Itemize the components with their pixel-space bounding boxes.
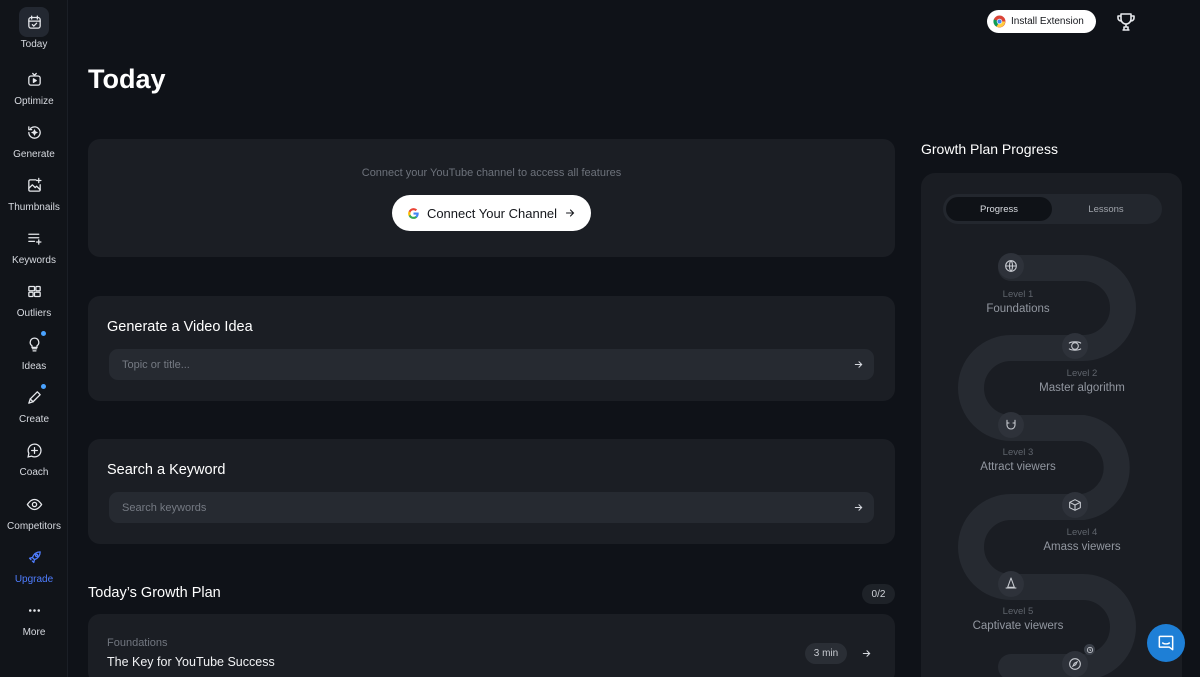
image-plus-icon <box>19 170 49 200</box>
sidebar-item-coach[interactable]: Coach <box>0 435 68 485</box>
install-extension-button[interactable]: Install Extension <box>987 10 1096 33</box>
sidebar-item-today[interactable]: Today <box>0 7 68 57</box>
level-number: Level 2 <box>1066 368 1098 379</box>
connect-channel-card: Connect your YouTube channel to access a… <box>88 139 895 257</box>
lesson-title: The Key for YouTube Success <box>107 655 275 669</box>
level-item[interactable]: Level 4 Amass viewers <box>1017 527 1147 553</box>
level-number: Level 3 <box>1002 447 1034 458</box>
globe-icon <box>998 253 1024 279</box>
keyword-search-title: Search a Keyword <box>107 462 226 478</box>
sidebar-item-label: Optimize <box>14 96 54 107</box>
arrow-right-icon[interactable] <box>850 499 867 516</box>
keyword-search-input[interactable] <box>109 492 829 523</box>
sidebar-item-label: Keywords <box>12 255 56 266</box>
sidebar-item-optimize[interactable]: Optimize <box>0 64 68 114</box>
lesson-category: Foundations <box>107 637 168 649</box>
tv-play-icon <box>19 64 49 94</box>
sidebar-item-label: Generate <box>13 149 55 160</box>
chat-plus-icon <box>19 435 49 465</box>
video-idea-card: Generate a Video Idea <box>88 296 895 401</box>
arrow-right-icon[interactable] <box>858 645 875 662</box>
page-title: Today <box>88 64 166 94</box>
lesson-duration-badge: 3 min <box>805 643 847 664</box>
level-name: Captivate viewers <box>972 620 1064 632</box>
sidebar-item-upgrade[interactable]: Upgrade <box>0 542 68 592</box>
sidebar-item-label: Create <box>18 414 49 425</box>
level-item[interactable]: Level 2 Master algorithm <box>1017 368 1147 394</box>
sidebar-item-keywords[interactable]: Keywords <box>0 223 68 273</box>
sidebar-item-label: Ideas <box>21 361 47 372</box>
level-item[interactable]: Level 3 Attract viewers <box>953 447 1083 473</box>
notification-dot <box>41 384 46 389</box>
chat-icon <box>1156 633 1176 653</box>
ellipsis-icon <box>19 595 49 625</box>
chrome-icon <box>993 15 1006 28</box>
chat-support-button[interactable] <box>1147 624 1185 662</box>
sidebar-item-create[interactable]: Create <box>0 382 68 432</box>
growth-plan-title: Today’s Growth Plan <box>88 585 221 601</box>
sparkle-refresh-icon <box>19 117 49 147</box>
sidebar-item-competitors[interactable]: Competitors <box>0 489 68 539</box>
trophy-icon[interactable] <box>1114 10 1138 34</box>
level-name: Amass viewers <box>1043 541 1121 553</box>
sidebar-item-outliers[interactable]: Outliers <box>0 276 68 326</box>
sidebar-item-more[interactable]: More <box>0 595 68 645</box>
level-item[interactable]: Level 1 Foundations <box>953 289 1083 315</box>
connect-channel-label: Connect Your Channel <box>426 205 558 221</box>
install-extension-label: Install Extension <box>1011 16 1084 27</box>
level-number: Level 5 <box>1002 606 1034 617</box>
sidebar-item-label: Competitors <box>7 521 61 532</box>
calendar-check-icon <box>19 7 49 37</box>
sidebar-item-generate[interactable]: Generate <box>0 117 68 167</box>
list-plus-icon <box>19 223 49 253</box>
clock-icon <box>1084 644 1095 655</box>
rocket-icon <box>19 542 49 572</box>
eye-icon <box>19 489 49 519</box>
sidebar-item-label: Thumbnails <box>8 202 60 213</box>
magnet-icon <box>998 412 1024 438</box>
sidebar-item-label: Today <box>20 39 48 50</box>
sidebar-item-label: More <box>22 627 46 638</box>
sidebar-item-label: Coach <box>19 467 49 478</box>
lightbulb-icon <box>19 329 49 359</box>
compass-icon <box>1062 651 1088 677</box>
connect-channel-button[interactable]: Connect Your Channel <box>392 195 591 231</box>
keyword-search-card: Search a Keyword <box>88 439 895 544</box>
pen-sparkle-icon <box>19 382 49 412</box>
sidebar-item-label: Upgrade <box>14 574 54 585</box>
growth-plan-count-badge: 0/2 <box>862 584 895 604</box>
box-icon <box>1062 492 1088 518</box>
level-name: Foundations <box>986 303 1050 315</box>
video-idea-input-bar <box>109 349 874 380</box>
level-number: Level 1 <box>1002 289 1034 300</box>
google-icon <box>407 207 420 220</box>
level-number: Level 4 <box>1066 527 1098 538</box>
satellite-icon <box>1062 333 1088 359</box>
wizard-hat-icon <box>998 571 1024 597</box>
level-name: Master algorithm <box>1039 382 1125 394</box>
arrow-right-icon[interactable] <box>850 356 867 373</box>
growth-progress-title: Growth Plan Progress <box>921 141 1058 157</box>
sidebar: Today Optimize Generate Thumbnails Keywo… <box>0 0 68 677</box>
notification-dot <box>41 331 46 336</box>
growth-progress-panel: Progress Lessons Level 1 Foundations Lev… <box>921 173 1182 677</box>
connect-hint: Connect your YouTube channel to access a… <box>361 167 622 179</box>
sidebar-item-label: Outliers <box>16 308 52 319</box>
level-item[interactable]: Level 5 Captivate viewers <box>953 606 1083 632</box>
sidebar-item-ideas[interactable]: Ideas <box>0 329 68 379</box>
level-name: Attract viewers <box>980 461 1056 473</box>
lesson-card[interactable]: Foundations The Key for YouTube Success … <box>88 614 895 677</box>
video-idea-input[interactable] <box>109 349 829 380</box>
level-path <box>958 255 1136 677</box>
grid-layout-icon <box>19 276 49 306</box>
sidebar-item-thumbnails[interactable]: Thumbnails <box>0 170 68 220</box>
keyword-input-bar <box>109 492 874 523</box>
video-idea-title: Generate a Video Idea <box>107 319 253 335</box>
arrow-right-icon <box>564 207 576 219</box>
